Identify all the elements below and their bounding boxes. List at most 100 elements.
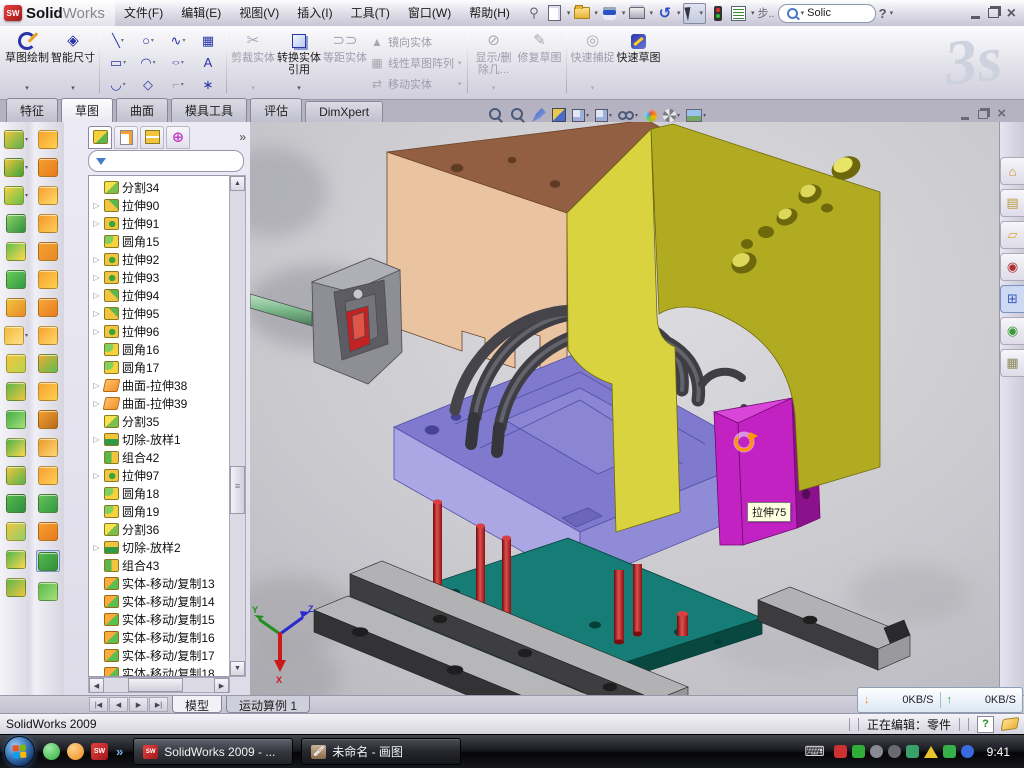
col2-tool-3[interactable] — [38, 214, 58, 232]
view-orientation-button[interactable]: ▾ — [572, 109, 589, 122]
doc-restore-button[interactable] — [978, 110, 988, 119]
tab-dimxpert-manager[interactable]: ⊕ — [166, 126, 190, 149]
scroll-left-arrow[interactable]: ◀ — [89, 678, 104, 693]
doc-nav-1[interactable]: ◀ — [109, 697, 128, 712]
search-dropdown[interactable]: ▾ — [801, 9, 805, 17]
tree-item-1[interactable]: ▷拉伸90 — [89, 196, 229, 214]
menu-item-2[interactable]: 视图(V) — [230, 1, 288, 26]
menu-item-5[interactable]: 窗口(W) — [399, 1, 460, 26]
col2-tool-14[interactable] — [38, 522, 58, 540]
expand-arrow[interactable]: ▷ — [92, 219, 101, 228]
col1-tool-10[interactable] — [6, 410, 26, 428]
search-input[interactable]: Solic — [807, 7, 831, 19]
col2-tool-5[interactable] — [38, 270, 58, 288]
col1-tool-15[interactable] — [6, 550, 26, 568]
command-dropdown[interactable]: ▾ — [458, 80, 462, 88]
col2-tool-15[interactable] — [36, 550, 60, 572]
help-button[interactable]: ? — [879, 6, 887, 21]
print-dropdown[interactable]: ▾ — [649, 9, 653, 17]
taskbar-window-1[interactable]: 🖌未命名 - 画图 — [301, 738, 461, 765]
search-box[interactable]: ▾Solic — [778, 4, 876, 23]
tray-phone-green-icon[interactable] — [906, 745, 919, 758]
ribbon-tab-5[interactable]: DimXpert — [305, 101, 383, 122]
tree-item-20[interactable]: ▷切除-放样2 — [89, 538, 229, 556]
taskpane-tab-appearances-scenes[interactable]: ◉ — [1000, 317, 1024, 345]
col2-tool-0[interactable] — [38, 130, 58, 148]
command-dropdown[interactable]: ▾ — [71, 83, 75, 95]
options-button[interactable] — [730, 4, 748, 22]
command-dropdown[interactable]: ▾ — [251, 83, 255, 95]
entity-dropdown[interactable]: ▾ — [182, 37, 185, 44]
tree-item-5[interactable]: ▷拉伸93 — [89, 268, 229, 286]
h-scrollbar-thumb[interactable] — [128, 678, 183, 692]
command-2-row[interactable]: ⇄移动实体▾ — [370, 74, 462, 94]
hide-show-items-dropdown[interactable]: ▾ — [635, 112, 638, 119]
tree-item-10[interactable]: 圆角17 — [89, 358, 229, 376]
new-file-dropdown[interactable]: ▾ — [567, 9, 571, 17]
taskpane-tab-custom-properties[interactable]: ▦ — [1000, 349, 1024, 377]
doc-nav-2[interactable]: ▶ — [129, 697, 148, 712]
quick-launch-messenger[interactable] — [43, 743, 60, 760]
expand-arrow[interactable]: ▷ — [92, 273, 101, 282]
menu-item-1[interactable]: 编辑(E) — [172, 1, 230, 26]
sketch-entity-button-3[interactable]: ▦ — [193, 30, 223, 52]
sketch-entity-button-11[interactable]: ∗ — [193, 74, 223, 96]
expand-arrow[interactable]: ▷ — [92, 399, 101, 408]
sketch-entity-button-5[interactable]: ◠▾ — [133, 52, 163, 74]
hide-show-items-button[interactable]: ▾ — [618, 107, 638, 123]
expand-arrow[interactable]: ▷ — [92, 255, 101, 264]
command-button-7[interactable]: ⊃⊃等距实体 — [322, 28, 368, 97]
undo-button[interactable]: ↺ — [656, 4, 674, 22]
command-button-1[interactable]: ◈智能尺寸▾ — [50, 28, 96, 97]
expand-arrow[interactable]: ▷ — [92, 381, 101, 390]
tree-item-19[interactable]: 分割36 — [89, 520, 229, 538]
tree-item-8[interactable]: ▷拉伸96 — [89, 322, 229, 340]
tree-item-23[interactable]: 实体-移动/复制14 — [89, 592, 229, 610]
display-style-button[interactable]: ▾ — [595, 109, 612, 122]
select-dropdown[interactable]: ▾ — [699, 9, 703, 17]
sketch-entity-button-8[interactable]: ◡▾ — [103, 74, 133, 96]
col1-tool-5[interactable] — [6, 270, 26, 288]
ribbon-tab-2[interactable]: 曲面 — [116, 98, 168, 122]
zoom-fit-button[interactable] — [488, 107, 504, 123]
taskpane-tab-design-library[interactable]: ▤ — [1000, 189, 1024, 217]
doc-nav-0[interactable]: |◀ — [89, 697, 108, 712]
command-button-11[interactable]: ✎修复草图 — [517, 28, 563, 97]
command-1-row[interactable]: ▦线性草图阵列▾ — [370, 53, 462, 73]
zoom-pen-button[interactable] — [532, 108, 546, 122]
3d-model-view[interactable]: Y Z X — [250, 122, 1000, 695]
scroll-up-arrow[interactable]: ▲ — [230, 176, 245, 191]
graphics-viewport[interactable]: Y Z X 拉伸75 — [250, 122, 1000, 695]
tag-icon[interactable] — [1001, 717, 1020, 731]
taskbar-clock[interactable]: 9:41 — [987, 745, 1010, 759]
doc-tab-1[interactable]: 运动算例 1 — [226, 696, 310, 713]
close-button[interactable]: × — [1007, 7, 1016, 20]
col2-tool-16[interactable] — [38, 582, 58, 600]
tree-item-11[interactable]: ▷曲面-拉伸38 — [89, 376, 229, 394]
taskpane-tab-file-explorer[interactable]: ▱ — [1000, 221, 1024, 249]
appearances-button[interactable] — [644, 109, 657, 122]
ribbon-tab-1[interactable]: 草图 — [61, 98, 113, 123]
zoom-to-area-button[interactable] — [510, 107, 526, 123]
col2-tool-12[interactable] — [38, 466, 58, 484]
col2-tool-7[interactable] — [38, 326, 58, 344]
new-file-button[interactable] — [546, 4, 564, 22]
view-orientation-dropdown[interactable]: ▾ — [586, 112, 589, 119]
scroll-right-arrow[interactable]: ▶ — [214, 678, 229, 693]
col2-tool-1[interactable] — [38, 158, 58, 176]
section-view-button[interactable] — [552, 108, 566, 122]
sketch-entity-button-10[interactable]: ⌐▾ — [163, 74, 193, 96]
tree-item-0[interactable]: 分割34 — [89, 178, 229, 196]
tree-horizontal-scrollbar[interactable]: ◀ ▶ — [88, 677, 230, 693]
tree-item-3[interactable]: 圆角15 — [89, 232, 229, 250]
tree-item-15[interactable]: 组合42 — [89, 448, 229, 466]
tray-network-warning-icon[interactable] — [924, 746, 938, 758]
tool-dropdown[interactable]: ▾ — [25, 192, 28, 199]
col2-tool-2[interactable] — [38, 186, 58, 204]
col1-tool-1[interactable]: ▾ — [4, 158, 28, 176]
taskpane-tab-view-palette[interactable]: ⊞ — [1000, 285, 1024, 313]
restore-button[interactable] — [988, 8, 999, 18]
command-0-row[interactable]: ▲镜向实体 — [370, 32, 462, 52]
overflow-item[interactable]: 步.. — [758, 5, 775, 21]
command-dropdown[interactable]: ▾ — [492, 83, 496, 95]
